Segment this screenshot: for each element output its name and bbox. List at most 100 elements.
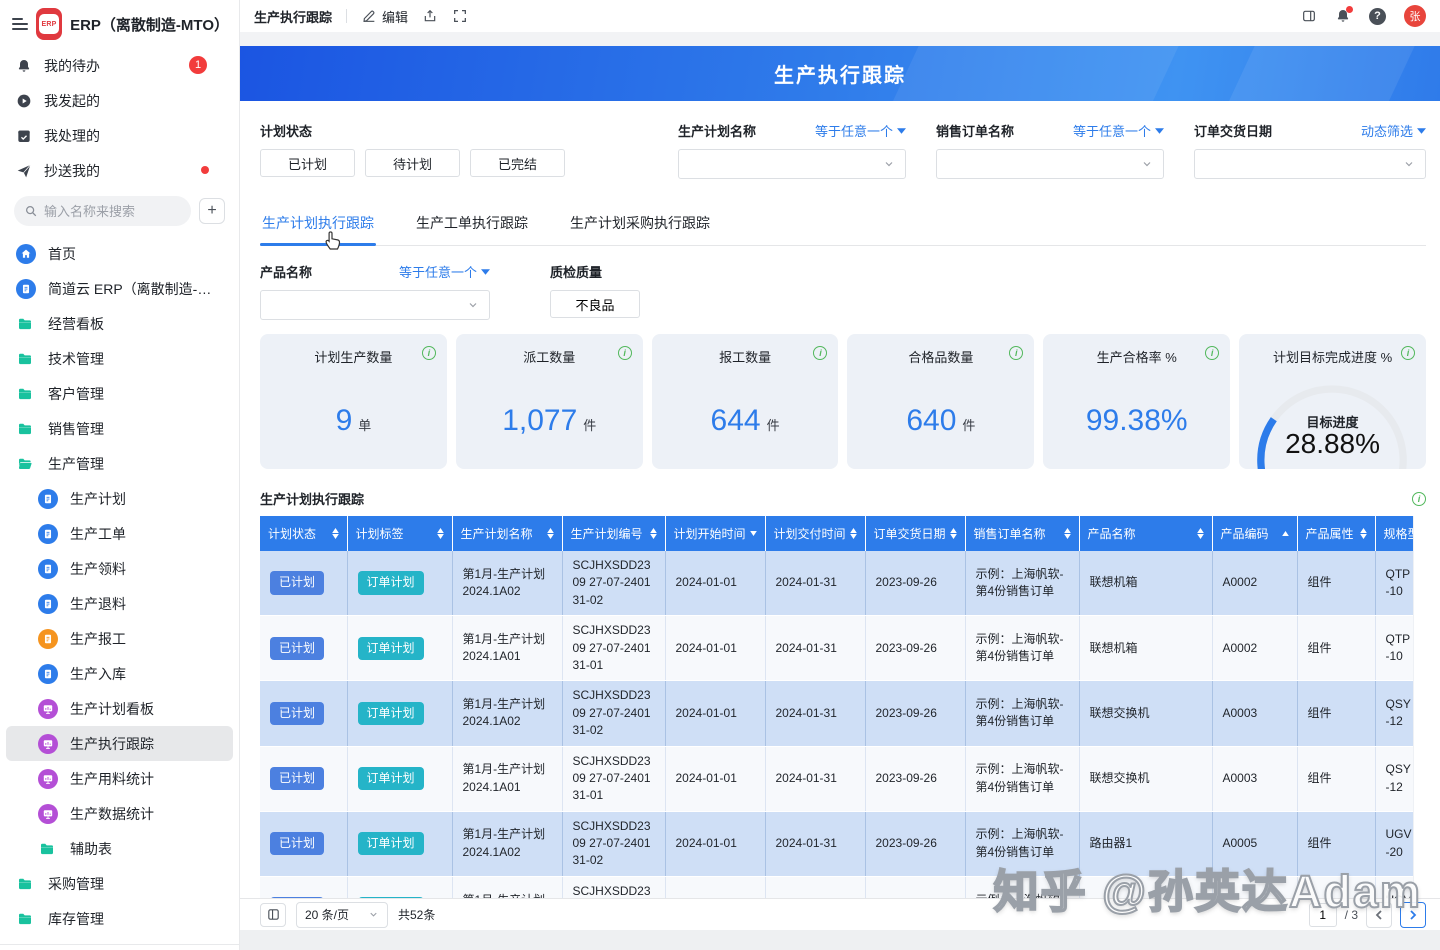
defective-filter-button[interactable]: 不良品 [550, 290, 640, 318]
page-size-select[interactable]: 20 条/页 [296, 902, 388, 928]
sales-order-operator[interactable]: 等于任意一个 [1073, 121, 1164, 140]
plan-name-operator[interactable]: 等于任意一个 [815, 121, 906, 140]
sidebar-menu-item-8[interactable]: 生产工单 [6, 516, 233, 551]
plan-status-option-0[interactable]: 已计划 [260, 149, 355, 177]
column-header-1[interactable]: 计划标签 [347, 516, 452, 551]
table-info-icon[interactable]: i [1412, 492, 1426, 506]
tag-badge[interactable]: 订单计划 [358, 767, 424, 790]
search-box[interactable] [14, 196, 191, 226]
status-badge[interactable]: 已计划 [270, 571, 324, 594]
column-header-7[interactable]: 销售订单名称 [965, 516, 1079, 551]
column-label: 规格型号 [1384, 525, 1414, 542]
status-badge[interactable]: 已计划 [270, 702, 324, 725]
sidebar-quick-item-0[interactable]: 我的待办1 [0, 48, 239, 83]
table-row-1[interactable]: 已计划订单计划第1月-生产计划 2024.1A01SCJHXSDD2309 27… [260, 616, 1413, 681]
page-number-input[interactable] [1309, 903, 1337, 927]
column-label: 计划交付时间 [774, 525, 846, 542]
sidebar-menu-item-0[interactable]: 首页 [6, 236, 233, 271]
sidebar-menu-item-19[interactable]: 库存管理 [6, 901, 233, 936]
tab-1[interactable]: 生产工单执行跟踪 [414, 207, 530, 245]
column-header-2[interactable]: 生产计划名称 [452, 516, 562, 551]
table-row-0[interactable]: 已计划订单计划第1月-生产计划 2024.1A02SCJHXSDD2309 27… [260, 551, 1413, 616]
sidebar-quick-item-1[interactable]: 我发起的 [0, 83, 239, 118]
delivery-date-select[interactable] [1194, 149, 1426, 179]
sidebar-footer[interactable]: 管理后台 [0, 944, 239, 950]
sidebar-menu-item-5[interactable]: 销售管理 [6, 411, 233, 446]
tag-badge[interactable]: 订单计划 [358, 637, 424, 660]
edit-button[interactable]: 编辑 [361, 7, 408, 26]
sidebar-menu-item-10[interactable]: 生产退料 [6, 586, 233, 621]
sidebar-quick-item-3[interactable]: 抄送我的 [0, 153, 239, 188]
sidebar-menu-item-6[interactable]: 生产管理 [6, 446, 233, 481]
info-icon[interactable]: i [813, 346, 827, 360]
sidebar-menu-item-13[interactable]: 生产计划看板 [6, 691, 233, 726]
status-badge[interactable]: 已计划 [270, 767, 324, 790]
column-header-4[interactable]: 计划开始时间 [665, 516, 765, 551]
fullscreen-icon[interactable] [452, 8, 468, 24]
tag-badge[interactable]: 订单计划 [358, 702, 424, 725]
delivery-date-operator[interactable]: 动态筛选 [1361, 121, 1426, 140]
sidebar-menu-item-7[interactable]: 生产计划 [6, 481, 233, 516]
column-header-11[interactable]: 规格型号 [1375, 516, 1413, 551]
sidebar-menu-item-17[interactable]: 辅助表 [6, 831, 233, 866]
sort-both-icon [1064, 528, 1071, 539]
help-icon[interactable]: ? [1369, 8, 1386, 25]
column-header-9[interactable]: 产品编码 [1212, 516, 1297, 551]
info-icon[interactable]: i [1205, 346, 1219, 360]
prev-page-button[interactable] [1366, 902, 1392, 928]
column-header-10[interactable]: 产品属性 [1297, 516, 1375, 551]
info-icon[interactable]: i [618, 346, 632, 360]
sidebar-menu-item-11[interactable]: 生产报工 [6, 621, 233, 656]
table-row-3[interactable]: 已计划订单计划第1月-生产计划 2024.1A01SCJHXSDD2309 27… [260, 746, 1413, 811]
sidebar-menu-item-4[interactable]: 客户管理 [6, 376, 233, 411]
sidebar-quick-item-2[interactable]: 我处理的 [0, 118, 239, 153]
notifications-bell-icon[interactable] [1335, 8, 1351, 24]
info-icon[interactable]: i [422, 346, 436, 360]
column-header-0[interactable]: 计划状态 [260, 516, 347, 551]
table-header-row: 计划状态计划标签生产计划名称生产计划编号计划开始时间计划交付时间 订单交货日期销售… [260, 516, 1413, 551]
notification-dot [1346, 6, 1353, 13]
plan-status-option-1[interactable]: 待计划 [365, 149, 460, 177]
table-row-5[interactable]: 已计划订单计划第1月-生产计划 2024.1A01SCJHXSDD2309 27… [260, 876, 1413, 898]
column-header-3[interactable]: 生产计划编号 [562, 516, 665, 551]
sidebar-menu-item-18[interactable]: 采购管理 [6, 866, 233, 901]
product-name-select[interactable] [260, 290, 490, 320]
panel-toggle-icon[interactable] [1301, 8, 1317, 24]
user-avatar[interactable]: 张 [1404, 5, 1426, 27]
sidebar-menu-item-16[interactable]: 生产数据统计 [6, 796, 233, 831]
info-icon[interactable]: i [1009, 346, 1023, 360]
sidebar-menu-item-12[interactable]: 生产入库 [6, 656, 233, 691]
column-header-6[interactable]: 订单交货日期 [865, 516, 965, 551]
search-input[interactable] [44, 204, 164, 219]
sidebar-menu-item-2[interactable]: 经营看板 [6, 306, 233, 341]
tag-badge[interactable]: 订单计划 [358, 571, 424, 594]
status-badge[interactable]: 已计划 [270, 832, 324, 855]
plan-name-select[interactable] [678, 149, 906, 179]
sidebar-menu-item-14[interactable]: 生产执行跟踪 [6, 726, 233, 761]
column-header-8[interactable]: 产品名称 [1079, 516, 1212, 551]
tab-2[interactable]: 生产计划采购执行跟踪 [568, 207, 712, 245]
next-page-button[interactable] [1400, 902, 1426, 928]
sidebar-menu-item-9[interactable]: 生产领料 [6, 551, 233, 586]
export-icon[interactable] [422, 8, 438, 24]
table-row-4[interactable]: 已计划订单计划第1月-生产计划 2024.1A02SCJHXSDD2309 27… [260, 811, 1413, 876]
sidebar-menu-item-1[interactable]: 简道云 ERP（离散制造-MTO）... [6, 271, 233, 306]
table-row-2[interactable]: 已计划订单计划第1月-生产计划 2024.1A02SCJHXSDD2309 27… [260, 681, 1413, 746]
cell: 第1月-生产计划 2024.1A01 [452, 616, 562, 681]
menu-item-label: 辅助表 [70, 839, 112, 859]
column-header-5[interactable]: 计划交付时间 [765, 516, 865, 551]
collapse-sidebar-icon[interactable] [12, 18, 28, 30]
tag-badge[interactable]: 订单计划 [358, 832, 424, 855]
product-name-operator[interactable]: 等于任意一个 [399, 262, 490, 281]
sort-asc-icon [1282, 531, 1289, 536]
plan-status-option-2[interactable]: 已完结 [470, 149, 565, 177]
add-app-button[interactable]: + [199, 198, 225, 224]
status-badge[interactable]: 已计划 [270, 637, 324, 660]
sidebar-menu-item-15[interactable]: 生产用料统计 [6, 761, 233, 796]
tab-0[interactable]: 生产计划执行跟踪 [260, 207, 376, 245]
column-settings-icon[interactable] [260, 903, 286, 927]
sidebar-menu-item-3[interactable]: 技术管理 [6, 341, 233, 376]
sales-order-select[interactable] [936, 149, 1164, 179]
table-scrollbar[interactable] [1413, 516, 1426, 898]
quick-item-label: 我处理的 [44, 126, 100, 146]
